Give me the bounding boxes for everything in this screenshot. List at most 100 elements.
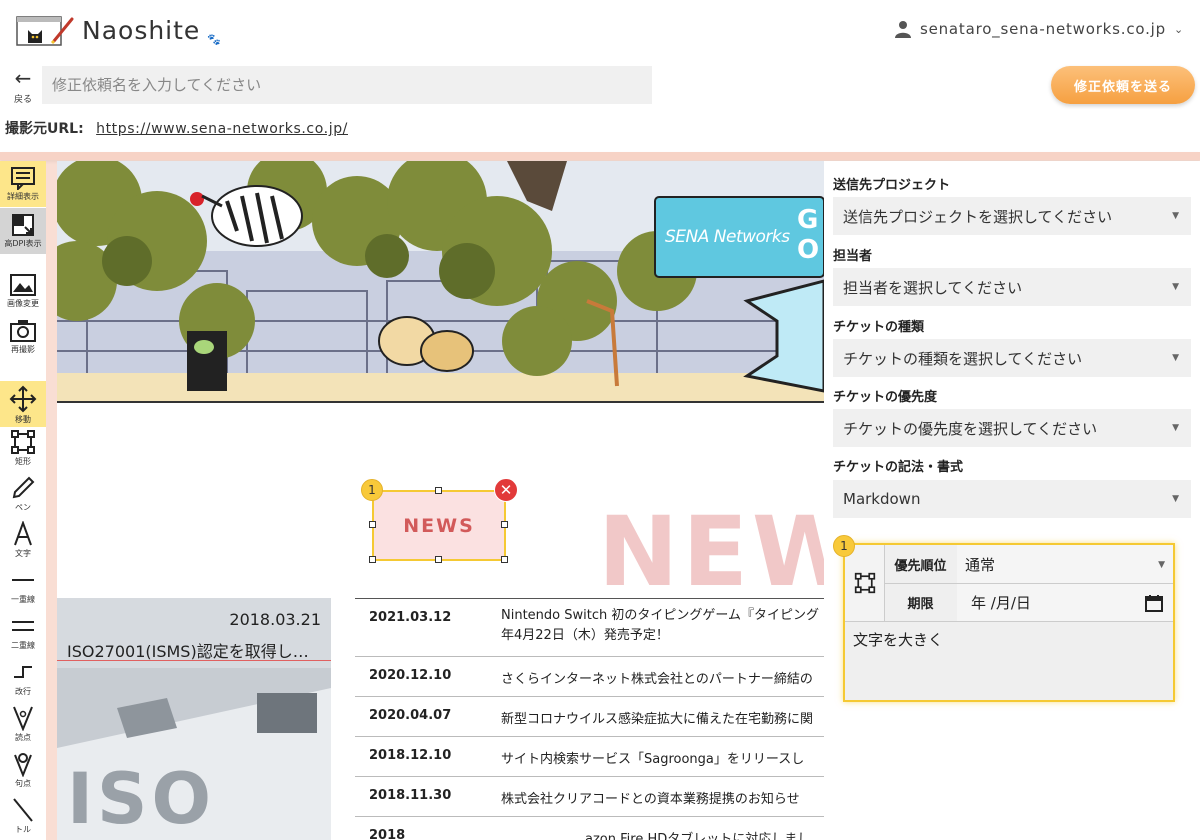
hero-sign-letter-o: O: [797, 235, 820, 265]
due-date-row: 期限 年 /月/日: [885, 584, 1173, 622]
priority-key: 優先順位: [894, 558, 947, 574]
tool-high-dpi[interactable]: 高DPI表示: [0, 208, 46, 254]
workspace-divider: [0, 152, 1200, 160]
news-row[interactable]: 2018.12.10 サイト内検索サービス「Sagroonga」をリリースし: [355, 736, 824, 776]
priority-select[interactable]: 通常 ▼: [957, 545, 1173, 583]
resize-handle-bottom-right[interactable]: [501, 556, 508, 563]
camera-icon: [10, 320, 36, 342]
tool-label: 移動: [15, 415, 31, 424]
resize-handle-bottom[interactable]: [435, 556, 442, 563]
cat-logo-icon: [16, 16, 74, 46]
annotation-detail-card[interactable]: 優先順位 通常 ▼ 期限 年 /月/日 文字を大きく: [843, 543, 1175, 702]
source-url-link[interactable]: https://www.sena-networks.co.jp/: [96, 121, 348, 137]
news-date: 2020.04.07: [369, 708, 452, 723]
tool-delete-mark[interactable]: トル: [0, 797, 46, 840]
featured-news-card[interactable]: 2018.03.21 ISO27001(ISMS)認定を取得し… ISO: [57, 598, 331, 840]
user-name: senataro_sena-networks.co.jp: [919, 20, 1166, 38]
tool-detail-view[interactable]: 詳細表示: [0, 161, 46, 207]
logo[interactable]: [16, 13, 76, 49]
tool-label: 詳細表示: [7, 192, 39, 201]
dropdown-caret-icon: ▼: [1172, 494, 1179, 504]
diagonal-line-icon: [13, 798, 33, 822]
back-button[interactable]: ← 戻る: [10, 68, 36, 105]
calendar-icon[interactable]: [1145, 594, 1163, 612]
rectangle-icon: [11, 430, 35, 454]
due-date-value: 年 /月/日: [971, 594, 1031, 612]
featured-news-date: 2018.03.21: [229, 610, 321, 629]
resize-handle-top[interactable]: [435, 487, 442, 494]
tool-move[interactable]: 移動: [0, 381, 46, 427]
assignee-select[interactable]: 担当者を選択してください ▼: [833, 268, 1191, 306]
due-date-input[interactable]: 年 /月/日: [957, 584, 1173, 621]
resize-handle-right[interactable]: [501, 521, 508, 528]
source-url-row: 撮影元URL: https://www.sena-networks.co.jp/: [5, 118, 348, 138]
annotation-comment-text[interactable]: 文字を大きく: [853, 629, 943, 650]
resize-handle-bottom-left[interactable]: [369, 556, 376, 563]
news-title: サイト内検索サービス「Sagroonga」をリリースし: [501, 752, 805, 767]
tool-text[interactable]: 文字: [0, 521, 46, 565]
dropdown-caret-icon: ▼: [1172, 211, 1179, 221]
annotation-type-cell: [845, 545, 885, 622]
news-date: 2021.03.12: [369, 610, 452, 625]
tool-single-line[interactable]: 一重線: [0, 567, 46, 611]
news-row[interactable]: 2021.03.12 Nintendo Switch 初のタイピングゲーム『タイ…: [355, 598, 824, 656]
tool-recapture[interactable]: 再撮影: [0, 319, 46, 363]
news-row[interactable]: 2018 azon Fire HDタブレットに対応しまし: [355, 816, 824, 840]
paw-icon: 🐾: [207, 33, 221, 46]
arrow-left-icon: ←: [14, 66, 32, 90]
comma-icon: [13, 706, 33, 731]
news-row[interactable]: 2020.04.07 新型コロナウイルス感染症拡大に備えた在宅勤務に関: [355, 696, 824, 736]
project-label: 送信先プロジェクト: [833, 178, 951, 193]
user-menu[interactable]: senataro_sena-networks.co.jp ⌄: [894, 20, 1184, 38]
news-background-heading: NEW: [598, 496, 824, 608]
news-date: 2018: [369, 828, 406, 840]
tool-label: 二重線: [11, 641, 35, 650]
line-break-icon: [14, 666, 32, 678]
annotation-rectangle[interactable]: NEWS: [369, 487, 508, 563]
dropdown-caret-icon: ▼: [1158, 560, 1165, 570]
news-row[interactable]: 2020.12.10 さくらインターネット株式会社とのパートナー締結の: [355, 656, 824, 696]
news-title-line2: 年4月22日（木）発売予定！: [501, 628, 669, 643]
rectangle-icon: [854, 572, 875, 594]
tool-period[interactable]: 句点: [0, 751, 46, 795]
news-date: 2018.12.10: [369, 748, 452, 763]
ticket-format-label: チケットの記法・書式: [833, 460, 964, 475]
ticket-settings-panel: 送信先プロジェクト 送信先プロジェクトを選択してください ▼ 担当者 担当者を選択…: [824, 161, 1200, 840]
pen-icon: [12, 476, 35, 499]
tool-label: トル: [15, 825, 31, 834]
tool-rectangle[interactable]: 矩形: [0, 429, 46, 473]
ticket-format-select[interactable]: Markdown ▼: [833, 480, 1191, 518]
tool-palette: 詳細表示 高DPI表示 画像変更 再撮影 移動 矩形 ペン 文字 一重線 二重線…: [0, 161, 46, 840]
tool-label: 再撮影: [11, 345, 35, 354]
ticket-format-select-value: Markdown: [843, 490, 921, 508]
back-label: 戻る: [13, 95, 32, 105]
tool-pen[interactable]: ペン: [0, 475, 46, 519]
tool-label: 画像変更: [7, 299, 39, 308]
tool-comma[interactable]: 読点: [0, 705, 46, 749]
hero-artwork: [57, 161, 824, 401]
news-row[interactable]: 2018.11.30 株式会社クリアコードとの資本業務提携のお知らせ: [355, 776, 824, 816]
ticket-priority-label: チケットの優先度: [833, 390, 938, 405]
ticket-type-select-value: チケットの種類を選択してください: [843, 349, 1083, 368]
delete-annotation-icon[interactable]: ✕: [494, 478, 518, 502]
send-request-button[interactable]: 修正依頼を送る: [1051, 66, 1195, 104]
project-select[interactable]: 送信先プロジェクトを選択してください ▼: [833, 197, 1191, 235]
due-date-key: 期限: [907, 597, 934, 612]
dropdown-caret-icon: ▼: [1172, 282, 1179, 292]
resize-handle-left[interactable]: [369, 521, 376, 528]
request-title-input[interactable]: [42, 66, 652, 104]
ticket-priority-select[interactable]: チケットの優先度を選択してください ▼: [833, 409, 1191, 447]
app-root: { "app": {"brand": "Naoshite", "user": "…: [0, 0, 1200, 840]
tool-label: 句点: [15, 779, 31, 788]
tool-line-break[interactable]: 改行: [0, 659, 46, 703]
tool-image-change[interactable]: 画像変更: [0, 273, 46, 317]
chevron-down-icon: ⌄: [1173, 22, 1184, 36]
tool-double-line[interactable]: 二重線: [0, 613, 46, 657]
ticket-type-select[interactable]: チケットの種類を選択してください ▼: [833, 339, 1191, 377]
dropdown-caret-icon: ▼: [1172, 353, 1179, 363]
high-dpi-icon: [12, 214, 34, 236]
single-line-icon: [12, 579, 34, 581]
annotation-news-label: NEWS: [403, 514, 475, 537]
iso-image-text: ISO: [67, 758, 215, 840]
source-label: 撮影元URL:: [5, 121, 84, 137]
